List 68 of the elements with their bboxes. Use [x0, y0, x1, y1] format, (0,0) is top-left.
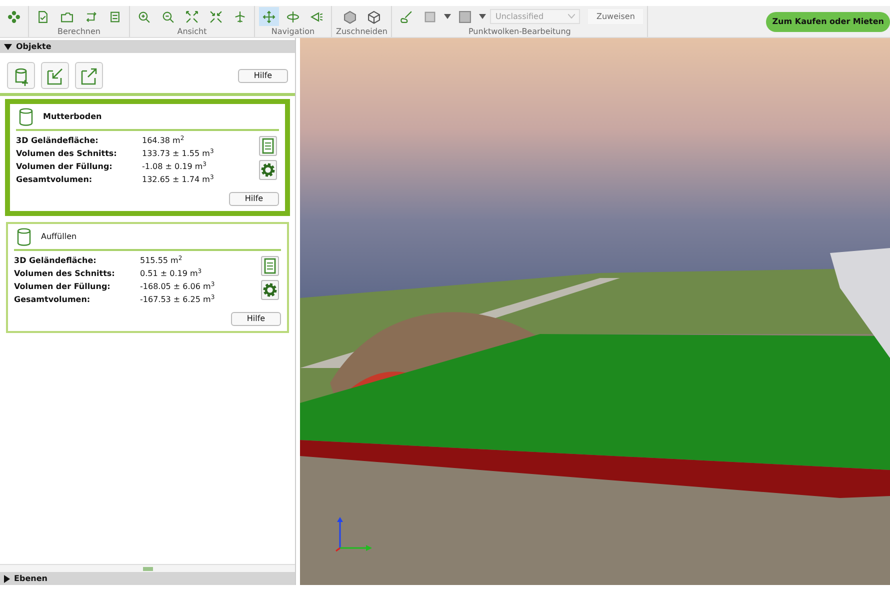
document-icon[interactable] — [264, 258, 276, 274]
field-label: Gesamtvolumen: — [16, 174, 94, 186]
export-button[interactable] — [75, 62, 103, 89]
group-label: Zuschneiden — [336, 27, 388, 37]
cylinder-icon — [19, 108, 33, 126]
import-icon[interactable] — [45, 66, 65, 86]
export-icon[interactable] — [79, 66, 99, 86]
splitter-handle[interactable] — [142, 566, 152, 570]
field-value: 515.55 m$^{2}$ — [140, 254, 184, 267]
cube-outline-icon[interactable] — [366, 10, 381, 24]
move-icon[interactable] — [262, 10, 276, 24]
refresh-icon[interactable] — [84, 10, 98, 24]
volume-card[interactable]: Mutterboden 3D Geländefläche: 164.38 m$^{2}$ Volumen des Schnitts: 133.73 ± 1.55 m$^{3}$ Volumen der Füllung: -1.08 ± 0.19 m$^{3}$ Gesamtvolumen: 132.65 ± 1.74 m$^{3}$ Hilfe — [5, 99, 290, 216]
panel-header[interactable]: Objekte — [0, 40, 295, 53]
field-label: Volumen der Füllung: — [14, 281, 112, 293]
field-value: 0.51 ± 0.19 m$^{3}$ — [140, 267, 203, 280]
cube-icon[interactable] — [342, 10, 357, 24]
fly-icon[interactable] — [310, 10, 324, 24]
help-button[interactable]: Hilfe — [231, 312, 281, 326]
field-label: Volumen des Schnitts: — [16, 148, 118, 160]
add-cylinder-button[interactable] — [7, 62, 35, 89]
object-name: Auffüllen — [41, 230, 77, 242]
group-label: Berechnen — [58, 27, 100, 37]
assign-button[interactable]: Zuweisen — [588, 9, 643, 24]
report-button[interactable] — [259, 136, 277, 156]
document-icon[interactable] — [108, 10, 122, 24]
import-button[interactable] — [41, 62, 69, 89]
zoom-in-icon[interactable] — [137, 10, 151, 24]
triangle-down-icon[interactable] — [4, 44, 12, 50]
triangle-right-icon[interactable] — [4, 574, 10, 582]
help-button[interactable]: Hilfe — [229, 192, 279, 206]
plane-icon[interactable] — [233, 10, 247, 24]
axis-icon — [334, 516, 374, 552]
field-label: Gesamtvolumen: — [14, 294, 92, 306]
document-check-icon[interactable] — [36, 10, 50, 24]
field-label: Volumen des Schnitts: — [14, 268, 116, 280]
tool-button[interactable] — [259, 7, 279, 26]
dropdown-icon[interactable] — [479, 14, 486, 19]
field-label: 3D Geländefläche: — [14, 255, 98, 267]
panel-header[interactable]: Ebenen — [0, 572, 295, 585]
folder-icon[interactable] — [60, 10, 74, 24]
field-value: -168.05 ± 6.06 m$^{3}$ — [140, 280, 216, 293]
field-value: -167.53 ± 6.25 m$^{3}$ — [140, 293, 216, 306]
group-label: Punktwolken-Bearbeitung — [468, 27, 571, 37]
zoom-out-icon[interactable] — [161, 10, 175, 24]
field-value: -1.08 ± 0.19 m$^{3}$ — [142, 160, 208, 173]
square-icon[interactable] — [458, 10, 472, 24]
expand-icon[interactable] — [185, 10, 199, 24]
cylinder-icon — [17, 228, 31, 246]
group-label: Navigation — [271, 27, 315, 37]
field-value: 164.38 m$^{2}$ — [142, 134, 186, 147]
field-value: 132.65 ± 1.74 m$^{3}$ — [142, 173, 215, 186]
orbit-icon[interactable] — [286, 10, 300, 24]
dropdown-icon[interactable] — [444, 14, 452, 19]
volume-card[interactable]: Auffüllen 3D Geländefläche: 515.55 m$^{2}$ Volumen des Schnitts: 0.51 ± 0.19 m$^{3}$ Volumen der Füllung: -168.05 ± 6.06 m$^{3}$ Gesamtvolumen: -167.53 ± 6.25 m$^{3}$ Hilfe — [6, 222, 289, 333]
nodes-icon[interactable] — [7, 10, 21, 24]
collapse-icon[interactable] — [209, 10, 223, 24]
field-value: 133.73 ± 1.55 m$^{3}$ — [142, 147, 215, 160]
report-button[interactable] — [261, 256, 279, 276]
object-name: Mutterboden — [43, 110, 102, 122]
document-icon[interactable] — [262, 138, 274, 154]
buy-button[interactable]: Zum Kaufen oder Mieten — [766, 12, 890, 32]
field-label: Volumen der Füllung: — [16, 161, 114, 173]
help-button[interactable]: Hilfe — [238, 68, 288, 82]
field-label: 3D Geländefläche: — [16, 135, 100, 147]
brush-icon[interactable] — [399, 10, 414, 24]
group-label: Ansicht — [177, 27, 207, 37]
square-icon[interactable] — [423, 10, 438, 24]
